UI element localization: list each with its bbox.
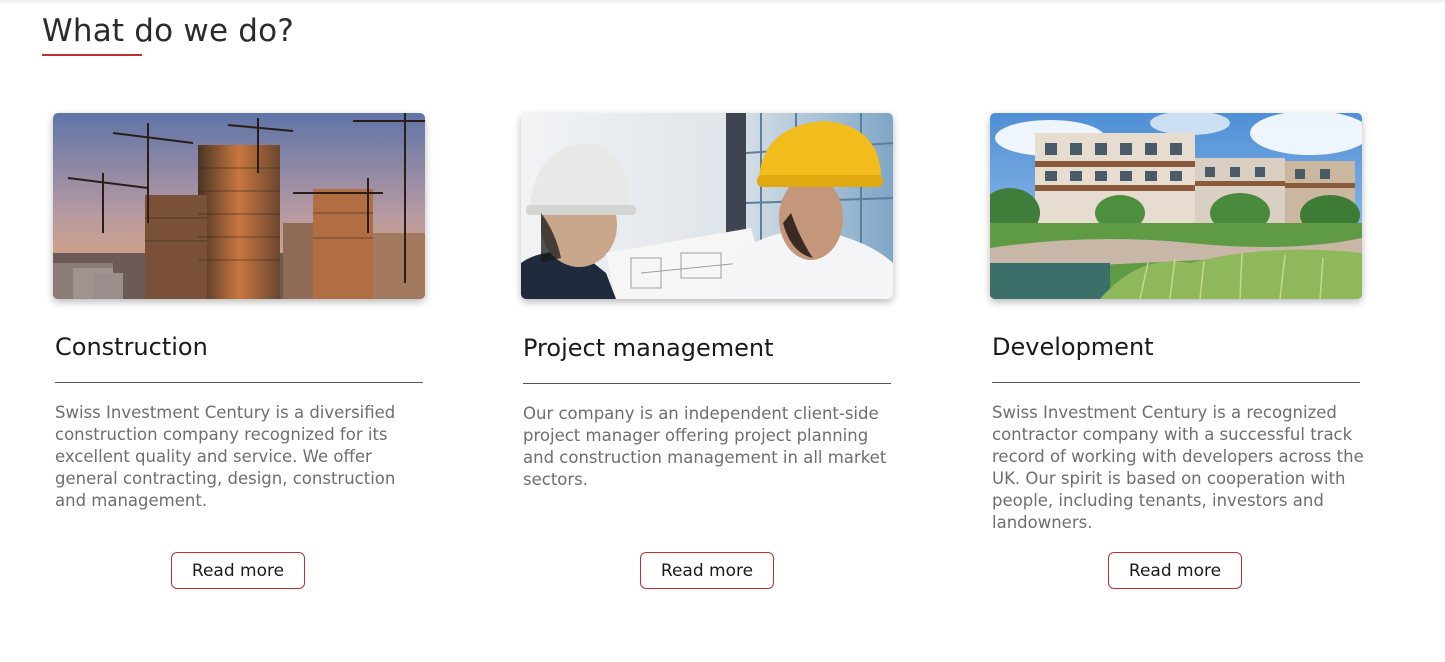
service-card-project-management: Project management Our company is an ind… — [521, 113, 893, 593]
card-title: Development — [992, 333, 1154, 361]
card-title: Construction — [55, 333, 208, 361]
card-divider — [992, 382, 1360, 383]
header-shadow — [0, 0, 1445, 4]
card-title: Project management — [523, 334, 774, 362]
section-title: What do we do? — [42, 13, 294, 49]
service-card-construction: Construction Swiss Investment Century is… — [53, 113, 425, 593]
read-more-button[interactable]: Read more — [1108, 552, 1242, 589]
card-divider — [523, 383, 891, 384]
read-more-button[interactable]: Read more — [171, 552, 305, 589]
read-more-button[interactable]: Read more — [640, 552, 774, 589]
card-description: Swiss Investment Century is a recognized… — [992, 403, 1364, 532]
card-description: Our company is an independent client-sid… — [523, 404, 887, 489]
residential-development-photo — [990, 113, 1362, 299]
title-underline — [42, 54, 142, 56]
service-card-development: Development Swiss Investment Century is … — [990, 113, 1364, 593]
construction-cranes-photo — [53, 113, 425, 299]
card-divider — [55, 382, 423, 383]
card-description: Swiss Investment Century is a diversifie… — [55, 403, 396, 510]
engineers-hard-hats-photo — [521, 113, 893, 299]
